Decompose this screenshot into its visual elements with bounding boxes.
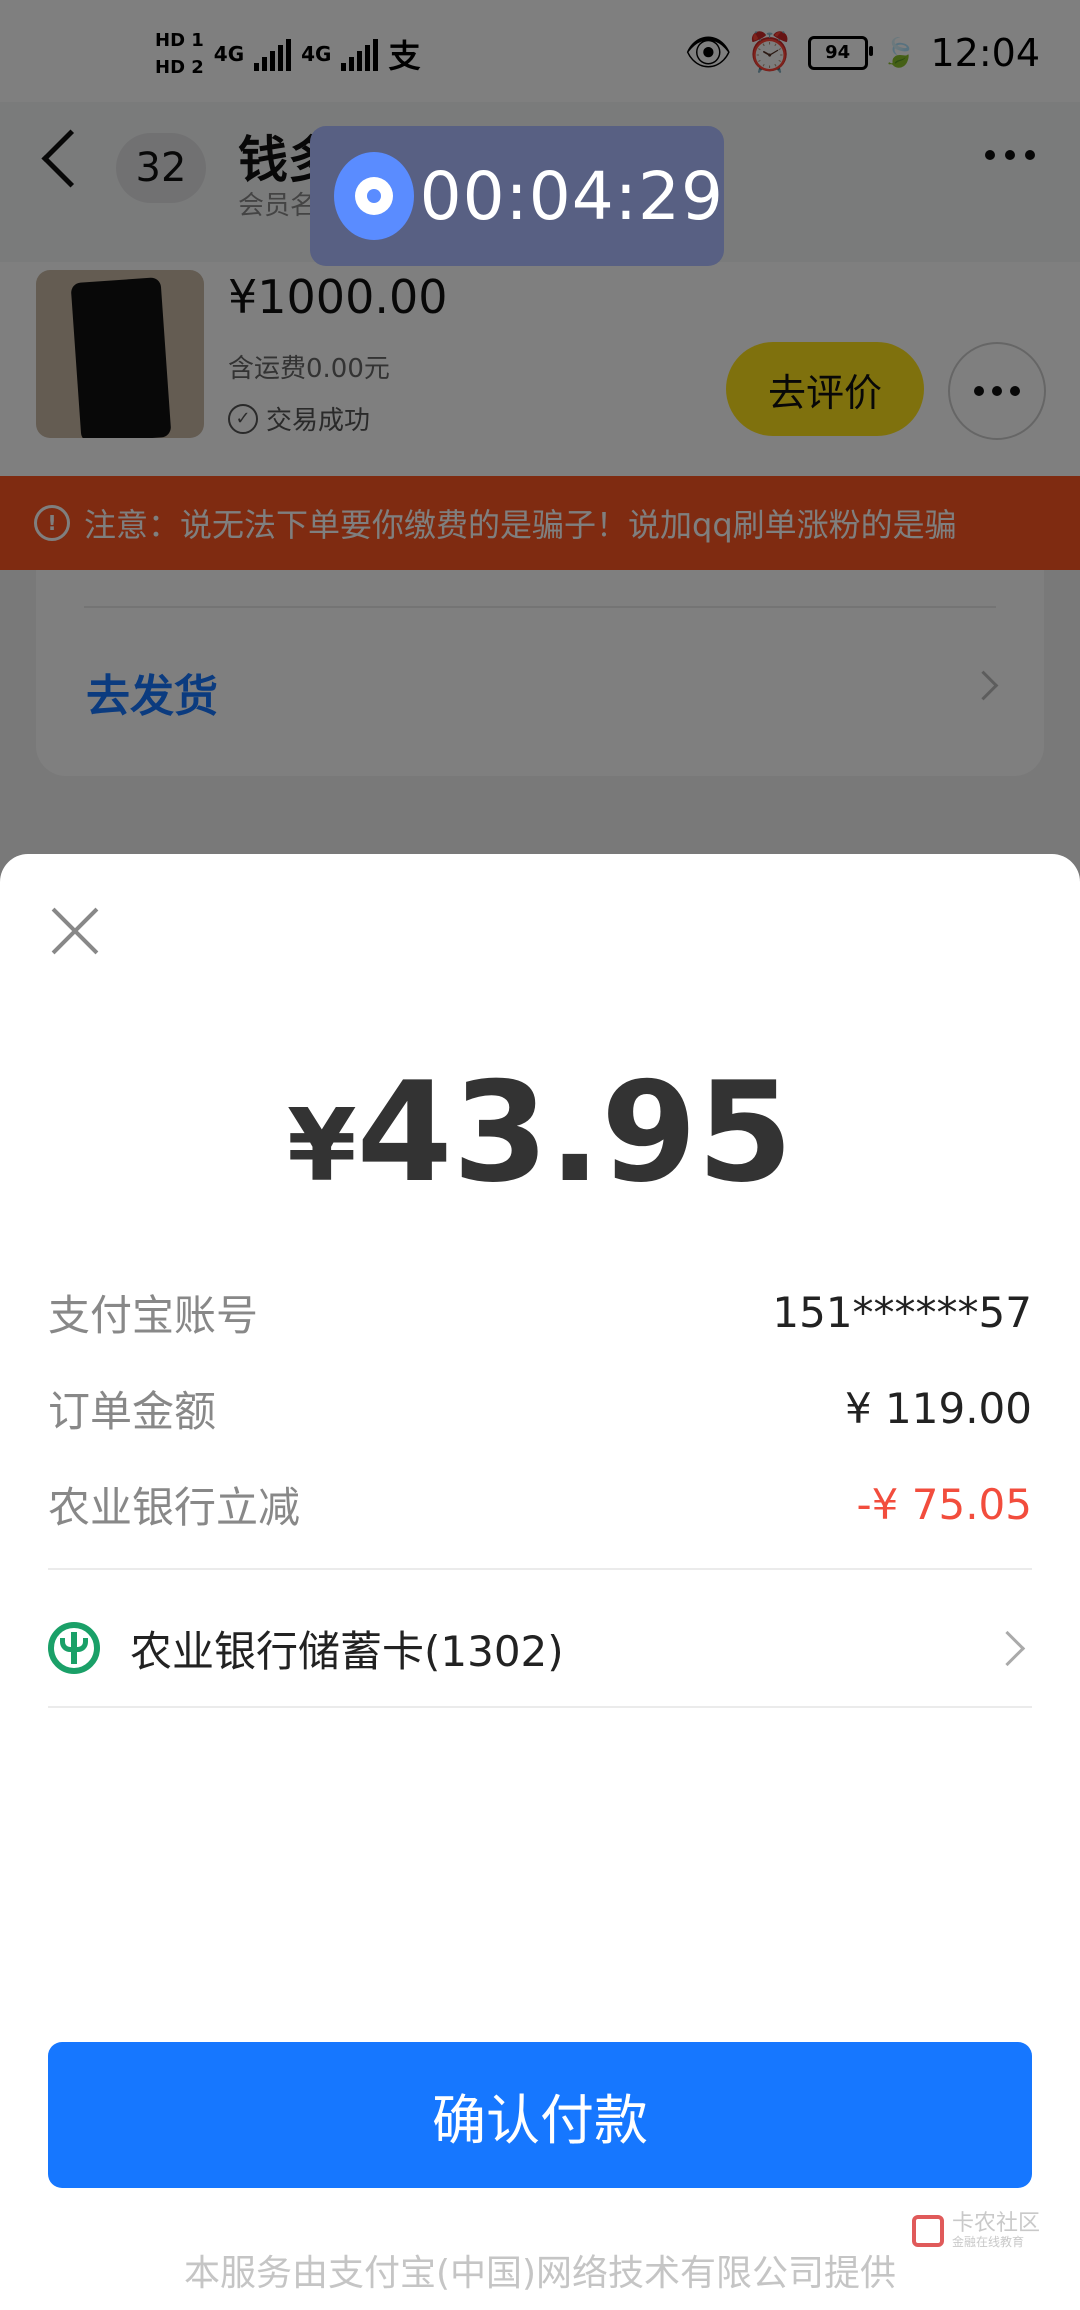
row-label: 订单金额 xyxy=(48,1386,217,1436)
recording-timer[interactable]: 00:04:29 xyxy=(310,126,724,266)
watermark: 卡农社区 金融在线教育 xyxy=(911,2211,1040,2250)
row-value: -¥ 75.05 xyxy=(856,1479,1032,1529)
payment-amount: ¥43.95 xyxy=(0,1052,1080,1213)
row-label: 农业银行立减 xyxy=(48,1482,301,1532)
watermark-logo-icon xyxy=(911,2214,944,2247)
divider xyxy=(48,1568,1032,1570)
close-icon[interactable] xyxy=(50,906,100,956)
payment-method-selector[interactable]: 农业银行储蓄卡(1302) xyxy=(48,1600,1032,1696)
row-value: ¥ 119.00 xyxy=(844,1383,1032,1433)
abc-bank-icon xyxy=(48,1622,100,1674)
confirm-payment-button[interactable]: 确认付款 xyxy=(48,2042,1032,2188)
watermark-text: 卡农社区 金融在线教育 xyxy=(951,2211,1040,2250)
chevron-right-icon xyxy=(989,1630,1026,1667)
row-value: 151******57 xyxy=(772,1287,1032,1337)
bank-discount-row: 农业银行立减 -¥ 75.05 xyxy=(48,1474,1032,1534)
amount-value: 43.95 xyxy=(356,1052,794,1213)
amount-currency: ¥ xyxy=(286,1087,357,1204)
service-provider-note: 本服务由支付宝(中国)网络技术有限公司提供 xyxy=(183,2253,897,2294)
payment-sheet: ¥43.95 支付宝账号 151******57 订单金额 ¥ 119.00 农… xyxy=(0,854,1080,2310)
recorder-gear-icon xyxy=(334,152,414,240)
order-amount-row: 订单金额 ¥ 119.00 xyxy=(48,1378,1032,1438)
alipay-account-row: 支付宝账号 151******57 xyxy=(48,1282,1032,1342)
divider xyxy=(48,1706,1032,1708)
timer-display: 00:04:29 xyxy=(419,157,724,235)
watermark-subtitle: 金融在线教育 xyxy=(951,2235,1024,2250)
watermark-title: 卡农社区 xyxy=(951,2211,1040,2236)
payment-method-label: 农业银行储蓄卡(1302) xyxy=(130,1626,564,1676)
row-label: 支付宝账号 xyxy=(48,1290,259,1340)
